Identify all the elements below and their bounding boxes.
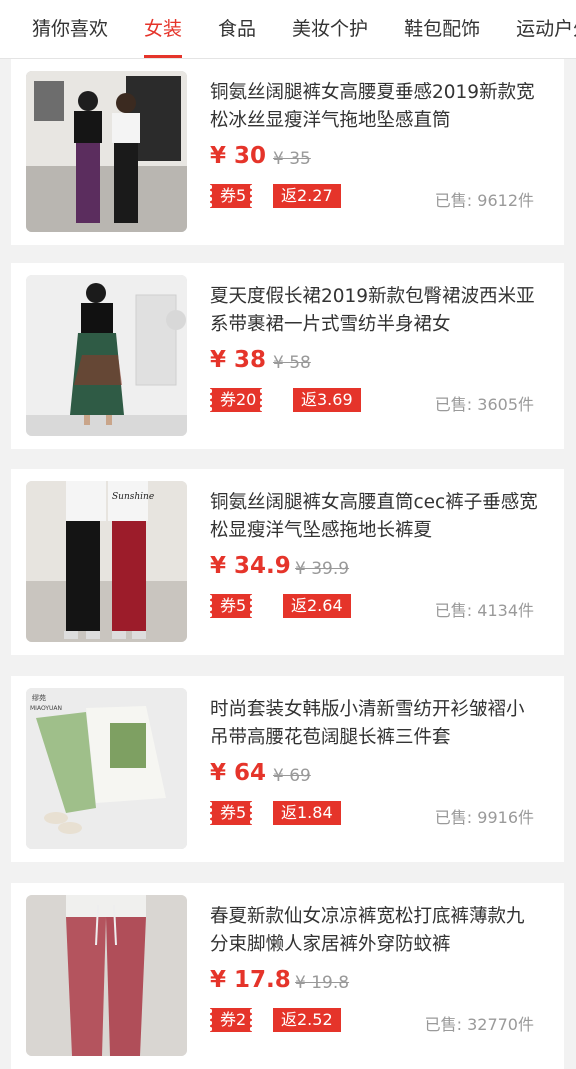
product-card[interactable]: Sunshine 铜氨丝阔腿裤女高腰直筒cec裤子垂感宽松显瘦洋气坠感拖地长裤夏… [11, 469, 564, 655]
rebate-badge: 返3.69 [293, 388, 361, 412]
product-image[interactable]: 缪苑 MIAOYUAN [26, 688, 187, 849]
coupon-badge[interactable]: 券5 [207, 594, 255, 618]
coupon-badge[interactable]: 券2 [207, 1008, 255, 1032]
product-title[interactable]: 铜氨丝阔腿裤女高腰直筒cec裤子垂感宽松显瘦洋气坠感拖地长裤夏 [210, 489, 540, 545]
coupon-badge[interactable]: 券5 [207, 801, 255, 825]
rebate-badge: 返2.64 [283, 594, 351, 618]
tab-shoes-bags[interactable]: 鞋包配饰 [404, 0, 480, 58]
tab-beauty-care[interactable]: 美妆个护 [292, 0, 368, 58]
product-title[interactable]: 铜氨丝阔腿裤女高腰夏垂感2019新款宽松冰丝显瘦洋气拖地坠感直筒 [210, 79, 540, 135]
rebate-badge: 返2.27 [273, 184, 341, 208]
svg-text:Sunshine: Sunshine [112, 492, 154, 502]
tab-guess-you-like[interactable]: 猜你喜欢 [32, 0, 108, 58]
rebate-badge: 返1.84 [273, 801, 341, 825]
product-card[interactable]: 铜氨丝阔腿裤女高腰夏垂感2019新款宽松冰丝显瘦洋气拖地坠感直筒 ¥ 30 ¥ … [11, 59, 564, 245]
product-image[interactable] [26, 895, 187, 1056]
category-tab-bar: 猜你喜欢 女装 食品 美妆个护 鞋包配饰 运动户外 [0, 0, 576, 59]
sold-count: 已售: 3605件 [434, 395, 534, 414]
rebate-badge: 返2.52 [273, 1008, 341, 1032]
product-original-price: ¥ 19.8 [295, 973, 350, 993]
product-title[interactable]: 春夏新款仙女凉凉裤宽松打底裤薄款九分束脚懒人家居裤外穿防蚊裤 [210, 903, 540, 959]
product-image[interactable] [26, 275, 187, 436]
sold-count: 已售: 4134件 [434, 601, 534, 620]
product-price: ¥ 38 [210, 347, 267, 373]
product-title[interactable]: 时尚套装女韩版小清新雪纺开衫皱褶小吊带高腰花苞阔腿长裤三件套 [210, 696, 540, 752]
product-title[interactable]: 夏天度假长裙2019新款包臀裙波西米亚系带裹裙一片式雪纺半身裙女 [210, 283, 540, 339]
product-price: ¥ 64 [210, 760, 267, 786]
product-original-price: ¥ 58 [273, 353, 311, 373]
product-card[interactable]: 缪苑 MIAOYUAN 时尚套装女韩版小清新雪纺开衫皱褶小吊带高腰花苞阔腿长裤三… [11, 676, 564, 862]
sold-count: 已售: 32770件 [424, 1015, 534, 1034]
product-original-price: ¥ 69 [273, 766, 311, 786]
product-price: ¥ 17.8 [210, 967, 291, 993]
product-original-price: ¥ 39.9 [295, 559, 350, 579]
product-price: ¥ 30 [210, 143, 267, 169]
coupon-badge[interactable]: 券5 [207, 184, 255, 208]
product-price: ¥ 34.9 [210, 553, 291, 579]
tab-womens-clothing[interactable]: 女装 [144, 0, 183, 58]
brand-logo: 缪苑 [32, 693, 46, 702]
sold-count: 已售: 9916件 [434, 808, 534, 827]
product-card[interactable]: 夏天度假长裙2019新款包臀裙波西米亚系带裹裙一片式雪纺半身裙女 ¥ 38 ¥ … [11, 263, 564, 449]
brand-logo-latin: MIAOYUAN [30, 705, 62, 712]
product-card[interactable]: 春夏新款仙女凉凉裤宽松打底裤薄款九分束脚懒人家居裤外穿防蚊裤 ¥ 17.8 ¥ … [11, 883, 564, 1069]
product-image[interactable] [26, 71, 187, 232]
tab-food[interactable]: 食品 [218, 0, 256, 58]
tab-sports-outdoor[interactable]: 运动户外 [516, 0, 576, 58]
coupon-badge[interactable]: 券20 [207, 388, 265, 412]
sold-count: 已售: 9612件 [434, 191, 534, 210]
product-image[interactable]: Sunshine [26, 481, 187, 642]
product-original-price: ¥ 35 [273, 149, 311, 169]
